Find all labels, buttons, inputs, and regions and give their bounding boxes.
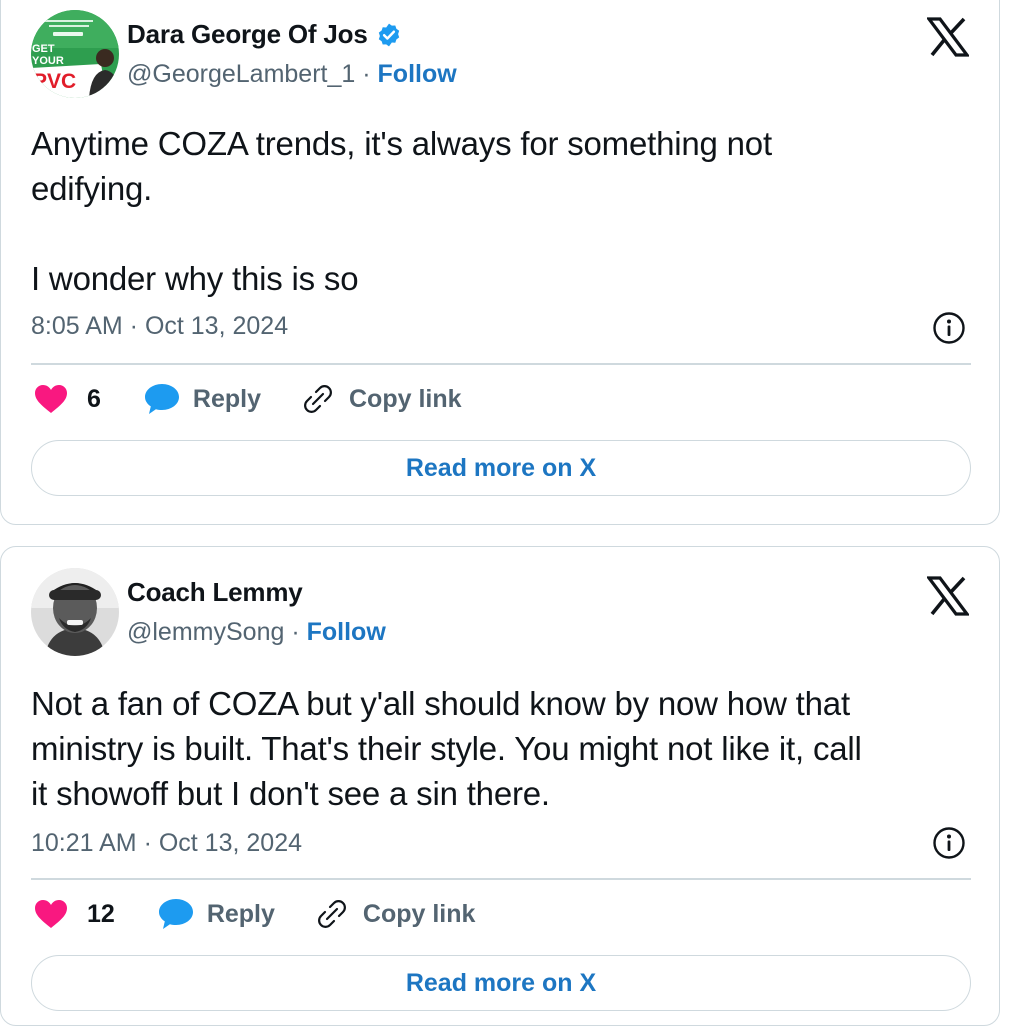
avatar[interactable] (31, 568, 119, 656)
svg-text:PVC: PVC (33, 70, 76, 93)
divider (31, 878, 971, 880)
copy-link-button[interactable]: Copy link (363, 900, 476, 929)
follow-button[interactable]: Follow (307, 618, 386, 646)
reply-button[interactable]: Reply (207, 900, 275, 929)
author-name[interactable]: Coach Lemmy (127, 577, 303, 608)
tweet-card: Coach Lemmy @lemmySong · Follow Not a fa… (0, 546, 1000, 1026)
read-more-button[interactable]: Read more on X (31, 440, 971, 496)
speech-bubble-icon[interactable] (158, 899, 193, 929)
link-icon[interactable] (301, 384, 335, 414)
verified-badge-icon (376, 22, 402, 48)
read-more-button[interactable]: Read more on X (31, 955, 971, 1011)
x-logo-icon[interactable] (925, 576, 971, 616)
tweet-text: Not a fan of COZA but y'all should know … (31, 685, 862, 812)
author-handle-row: @GeorgeLambert_1 · Follow (127, 60, 457, 89)
heart-icon[interactable] (35, 899, 67, 929)
svg-text:GET: GET (32, 43, 55, 55)
tweet-card: GET YOUR PVC Dara George Of Jos @GeorgeL… (0, 0, 1000, 525)
tweet-text: Anytime COZA trends, it's always for som… (31, 125, 772, 297)
follow-button[interactable]: Follow (378, 60, 457, 88)
divider (31, 363, 971, 365)
author-name-row: Dara George Of Jos (127, 19, 402, 50)
speech-bubble-icon[interactable] (144, 384, 179, 414)
heart-icon[interactable] (35, 384, 67, 414)
reply-button[interactable]: Reply (193, 385, 261, 414)
separator-dot: · (362, 60, 371, 88)
copy-link-button[interactable]: Copy link (349, 385, 462, 414)
info-icon[interactable] (932, 311, 966, 345)
tweet-timestamp[interactable]: 10:21 AM · Oct 13, 2024 (31, 829, 302, 858)
tweet-actions: 12 Reply Copy link (35, 899, 515, 929)
separator-dot: · (291, 618, 300, 646)
tweet-actions: 6 Reply Copy link (35, 384, 502, 414)
author-name-row: Coach Lemmy (127, 577, 303, 608)
like-count: 12 (87, 899, 115, 928)
author-handle[interactable]: @GeorgeLambert_1 (127, 60, 355, 88)
like-count: 6 (87, 384, 101, 413)
link-icon[interactable] (315, 899, 349, 929)
svg-text:YOUR: YOUR (32, 55, 64, 67)
info-icon[interactable] (932, 826, 966, 860)
avatar[interactable]: GET YOUR PVC (31, 10, 119, 98)
x-logo-icon[interactable] (925, 17, 971, 57)
author-handle[interactable]: @lemmySong (127, 618, 284, 646)
tweet-timestamp[interactable]: 8:05 AM · Oct 13, 2024 (31, 312, 288, 341)
author-handle-row: @lemmySong · Follow (127, 618, 386, 647)
author-name[interactable]: Dara George Of Jos (127, 19, 368, 50)
